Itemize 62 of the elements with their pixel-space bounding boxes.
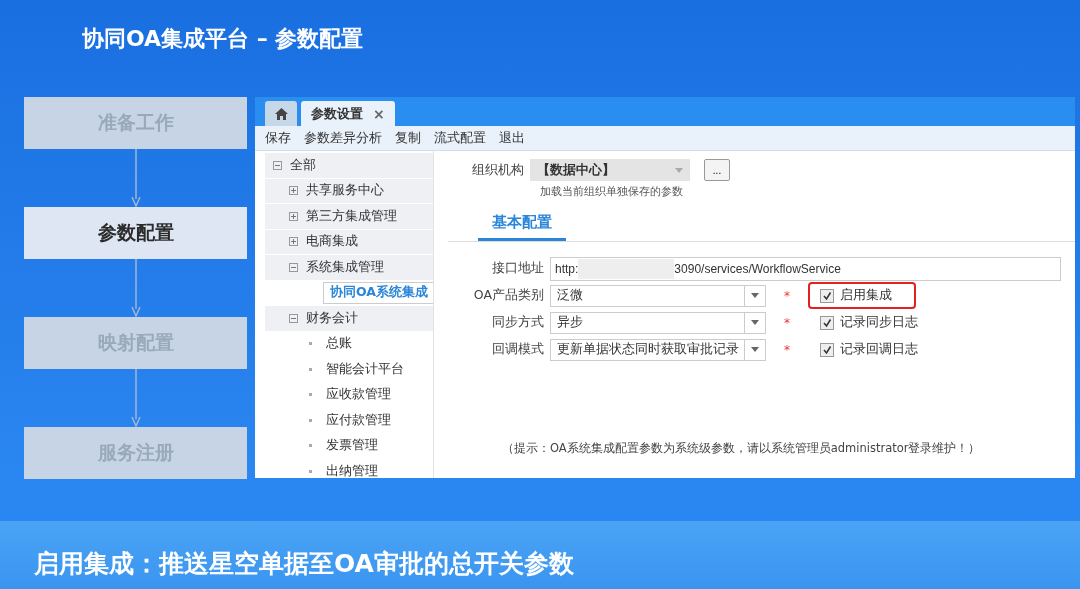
- home-icon: [274, 107, 288, 120]
- down-arrow-icon: [130, 259, 141, 317]
- field-label: 同步方式: [491, 314, 544, 331]
- slide-title: 协同OA集成平台 – 参数配置: [81, 25, 365, 53]
- checkbox-label: 记录同步日志: [840, 314, 918, 331]
- note-text: （提示：OA系统集成配置参数为系统级参数，请以系统管理员administrator登录维护！）: [502, 441, 982, 456]
- checkbox-label: 记录回调日志: [840, 341, 918, 358]
- tree-item[interactable]: 出纳管理: [326, 462, 378, 478]
- toolbar-button[interactable]: 流式配置: [434, 129, 486, 147]
- checkbox[interactable]: [820, 288, 834, 303]
- tab-label: 参数设置: [311, 104, 363, 123]
- collapse-icon[interactable]: [289, 313, 298, 323]
- expand-icon[interactable]: [289, 186, 298, 196]
- dropdown-arrow-icon: [751, 293, 759, 298]
- toolbar-button[interactable]: 复制: [395, 129, 421, 147]
- url-field[interactable]: http: 3090/services/WorkflowService: [550, 256, 1061, 281]
- required-mark: *: [783, 342, 791, 357]
- home-tab[interactable]: [265, 101, 297, 126]
- field-label: 组织机构: [472, 161, 524, 179]
- down-arrow-icon: [130, 149, 141, 207]
- tree-item[interactable]: 全部: [290, 156, 316, 174]
- dropdown-arrow-icon: [751, 320, 759, 325]
- bullet-icon: [309, 418, 312, 422]
- tree-item[interactable]: 应收款管理: [326, 386, 391, 404]
- bullet-icon: [309, 342, 312, 346]
- down-arrow-icon: [130, 369, 141, 427]
- tree-item[interactable]: 总账: [326, 335, 352, 353]
- required-mark: *: [783, 288, 791, 303]
- browse-button[interactable]: ...: [704, 159, 730, 181]
- dropdown-field[interactable]: 异步: [550, 311, 766, 334]
- tree-item[interactable]: 智能会计平台: [326, 360, 404, 378]
- bullet-icon: [309, 393, 312, 397]
- expand-icon[interactable]: [289, 237, 298, 247]
- dropdown-arrow-icon: [751, 347, 759, 352]
- toolbar-button[interactable]: 参数差异分析: [304, 129, 382, 147]
- checkbox-label: 启用集成: [840, 287, 892, 304]
- checkbox[interactable]: [820, 342, 834, 357]
- section-tab[interactable]: 基本配置: [478, 213, 566, 241]
- tree-item[interactable]: 应付款管理: [326, 411, 391, 429]
- close-icon[interactable]: ×: [373, 105, 385, 122]
- field-label: 接口地址: [491, 260, 544, 277]
- field-label: OA产品类别: [472, 287, 544, 304]
- tree-item[interactable]: 发票管理: [326, 437, 378, 455]
- hint-text: 加载当前组织单独保存的参数: [540, 185, 684, 199]
- step-box: 参数配置: [24, 207, 247, 259]
- bullet-icon: [309, 444, 312, 448]
- tab[interactable]: 参数设置 ×: [301, 101, 395, 126]
- toolbar-button[interactable]: 退出: [499, 129, 525, 147]
- dropdown-field[interactable]: 更新单据状态同时获取审批记录: [550, 338, 766, 361]
- bullet-icon: [309, 367, 312, 371]
- caption-text: 启用集成：推送星空单据至OA审批的总开关参数: [0, 521, 1080, 589]
- checkbox[interactable]: [820, 315, 834, 330]
- dropdown-field[interactable]: 【数据中心】: [530, 159, 690, 181]
- collapse-icon[interactable]: [273, 160, 282, 170]
- toolbar-button[interactable]: 保存: [265, 129, 291, 147]
- required-mark: *: [783, 315, 791, 330]
- field-label: 回调模式: [491, 341, 544, 358]
- tree-item[interactable]: 协同OA系统集成: [323, 281, 433, 304]
- bullet-icon: [309, 469, 312, 473]
- expand-icon[interactable]: [289, 211, 298, 221]
- collapse-icon[interactable]: [289, 262, 298, 272]
- dropdown-field[interactable]: 泛微: [550, 284, 766, 307]
